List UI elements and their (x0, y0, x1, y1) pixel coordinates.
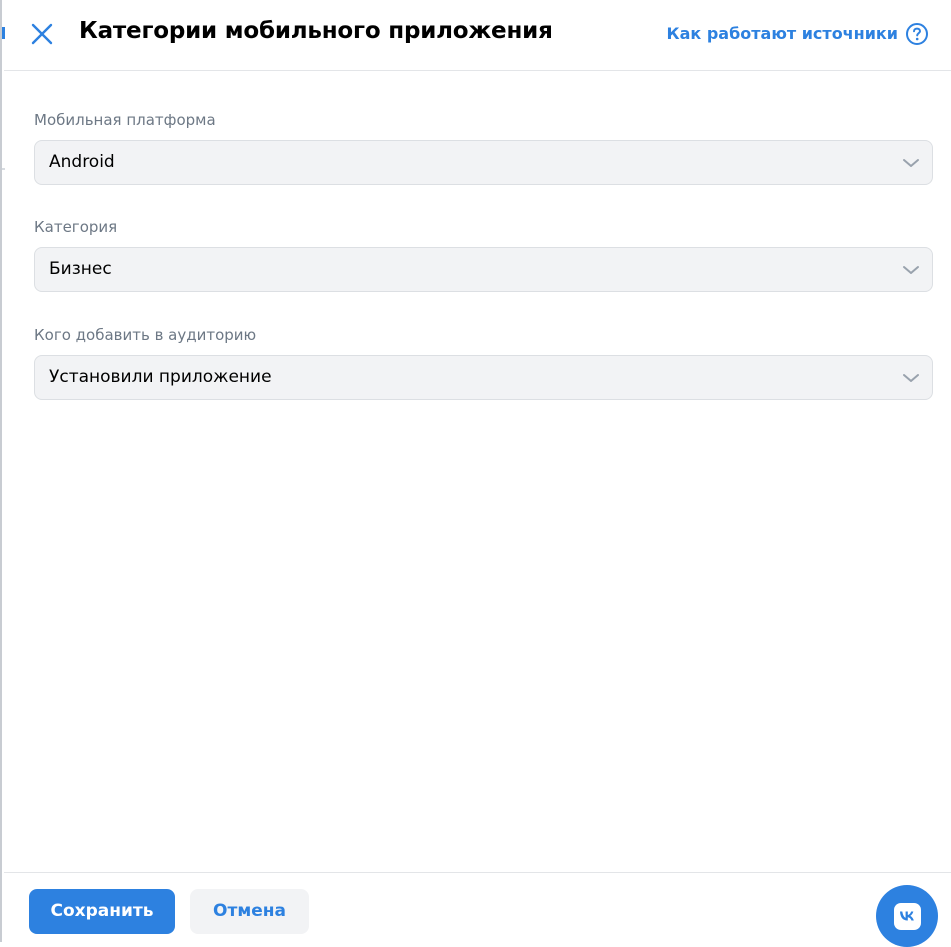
how-sources-work-link[interactable]: Как работают источники (667, 24, 898, 43)
panel-header: Категории мобильного приложения Как рабо… (4, 0, 951, 71)
page-title: Категории мобильного приложения (79, 18, 553, 44)
vk-chat-button[interactable] (876, 885, 938, 947)
mobile-platform-label: Мобильная платформа (34, 111, 216, 129)
panel-footer: Сохранить Отмена (4, 872, 951, 942)
question-circle-icon[interactable] (905, 22, 929, 46)
cancel-button[interactable]: Отмена (190, 889, 309, 934)
audience-type-value: Установили приложение (49, 367, 272, 387)
audience-source-panel: Категории мобильного приложения Как рабо… (0, 0, 951, 942)
category-label: Категория (34, 218, 118, 236)
close-icon[interactable] (28, 20, 56, 48)
vk-logo-icon (894, 903, 921, 930)
background-edge-divider (2, 168, 5, 170)
chevron-down-icon (902, 155, 920, 171)
chevron-down-icon (902, 262, 920, 278)
audience-type-select[interactable]: Установили приложение (34, 355, 933, 400)
category-value: Бизнес (49, 259, 112, 279)
mobile-platform-value: Android (49, 152, 115, 172)
mobile-platform-select[interactable]: Android (34, 140, 933, 185)
chevron-down-icon (902, 370, 920, 386)
audience-type-label: Кого добавить в аудиторию (34, 326, 257, 344)
save-button[interactable]: Сохранить (29, 889, 175, 934)
category-select[interactable]: Бизнес (34, 247, 933, 292)
